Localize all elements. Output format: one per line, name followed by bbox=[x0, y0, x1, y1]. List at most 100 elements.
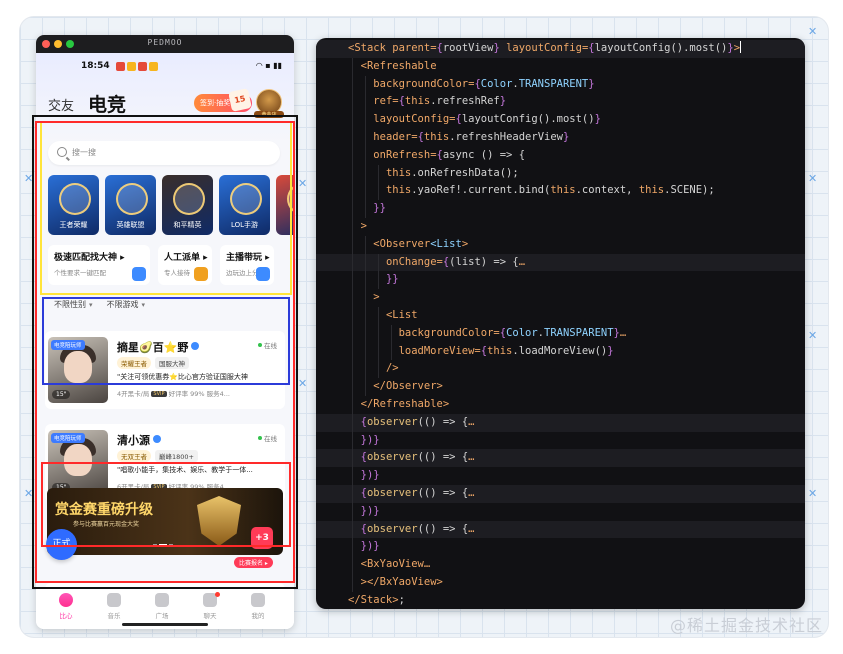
code-token: parent= bbox=[392, 42, 437, 54]
code-token: TRANSPARENT bbox=[544, 326, 614, 339]
code-line: > bbox=[316, 289, 805, 307]
code-token: <Observer bbox=[373, 237, 431, 250]
code-token: <List bbox=[385, 308, 418, 321]
tab-label: 我的 bbox=[251, 612, 265, 620]
indent-guide bbox=[352, 484, 353, 503]
code-token: } bbox=[607, 344, 614, 357]
tab-icon bbox=[59, 593, 73, 607]
tab-label: 聊天 bbox=[203, 612, 217, 620]
indent-guide bbox=[352, 200, 353, 218]
code-token: observer bbox=[366, 451, 418, 464]
indent-guide bbox=[352, 164, 353, 183]
indent-guide bbox=[352, 289, 353, 307]
tab-label: 音乐 bbox=[107, 612, 121, 620]
site-watermark: @稀土掘金技术社区 bbox=[669, 616, 823, 635]
code-line: > bbox=[316, 217, 805, 236]
canvas-marker-icon: ✕ bbox=[298, 177, 308, 190]
code-token: .refreshHeaderView bbox=[449, 130, 563, 143]
code-line: backgroundColor={Color.TRANSPARENT}… bbox=[316, 324, 805, 343]
code-token: layoutConfig().most() bbox=[461, 113, 595, 126]
code-token: /> bbox=[385, 362, 399, 375]
code-line: this.onRefreshData(); bbox=[316, 164, 805, 183]
code-editor[interactable]: <Stack parent={rootView} layoutConfig={l… bbox=[316, 38, 805, 609]
indent-guide bbox=[352, 128, 353, 147]
code-token: </Stack> bbox=[348, 593, 399, 606]
code-line: <List bbox=[316, 306, 805, 325]
indent-guide bbox=[365, 306, 366, 325]
code-token: ; bbox=[398, 593, 405, 606]
tab-1[interactable]: 音乐 bbox=[94, 593, 134, 620]
code-token: … bbox=[468, 415, 475, 428]
code-token: })} bbox=[360, 433, 380, 446]
indent-guide bbox=[352, 449, 353, 468]
code-line: backgroundColor={Color.TRANSPARENT} bbox=[316, 75, 805, 94]
code-token: ></BxYaoView> bbox=[360, 575, 443, 588]
indent-guide bbox=[378, 324, 379, 343]
indent-guide bbox=[352, 111, 353, 129]
tab-label: 比心 bbox=[59, 612, 73, 620]
indent-guide bbox=[365, 200, 366, 218]
code-token: … bbox=[468, 486, 475, 499]
code-token: observer bbox=[366, 415, 418, 428]
list-item-frame-blue bbox=[42, 297, 290, 385]
code-token: .refreshRef bbox=[430, 95, 500, 108]
code-token: .onRefreshData(); bbox=[411, 166, 519, 179]
indent-guide bbox=[352, 57, 353, 76]
code-line: onRefresh={async () => { bbox=[316, 146, 805, 165]
code-token: (() => { bbox=[417, 415, 469, 428]
code-token: this bbox=[423, 130, 450, 143]
code-token: } bbox=[594, 113, 601, 126]
indent-guide bbox=[365, 378, 366, 396]
top-nav: 交友 电竞 签到·抽奖 15 黄金店 bbox=[36, 85, 294, 119]
tab-4[interactable]: 我的 bbox=[238, 593, 278, 620]
code-token: })} bbox=[360, 504, 380, 517]
code-token: layoutConfig= bbox=[499, 42, 589, 54]
indent-guide bbox=[352, 324, 353, 343]
indent-guide bbox=[352, 520, 353, 539]
code-line: ref={this.refreshRef} bbox=[316, 93, 805, 112]
canvas-marker-icon: ✕ bbox=[298, 377, 308, 390]
code-line: loadMoreView={this.loadMoreView()} bbox=[316, 342, 805, 361]
code-token: .yaoRef!.current.bind( bbox=[411, 184, 551, 197]
indent-guide bbox=[352, 431, 353, 450]
code-token: … bbox=[619, 326, 627, 339]
notification-icon bbox=[116, 62, 125, 71]
code-token: > bbox=[360, 219, 367, 232]
indent-guide bbox=[365, 111, 366, 129]
code-line: {observer(() => {… bbox=[316, 449, 805, 468]
code-token: <BxYaoView bbox=[360, 558, 424, 571]
code-token: async () => { bbox=[442, 148, 526, 161]
code-token: })} bbox=[360, 469, 380, 482]
tab-esports[interactable]: 电竞 bbox=[88, 90, 126, 117]
indent-guide bbox=[352, 253, 353, 272]
code-token: this bbox=[385, 184, 412, 197]
code-line: onChange={(list) => {… bbox=[316, 253, 805, 272]
code-token: … bbox=[423, 558, 431, 571]
shop-avatar[interactable]: 黄金店 bbox=[254, 89, 284, 118]
tab-0[interactable]: 比心 bbox=[46, 593, 86, 620]
indent-guide bbox=[365, 146, 366, 165]
code-token: (() => { bbox=[417, 486, 469, 499]
code-token: onRefresh= bbox=[373, 148, 437, 161]
notification-icon bbox=[127, 62, 136, 71]
code-token: (() => { bbox=[417, 522, 469, 535]
code-token: })} bbox=[360, 540, 380, 553]
indent-guide bbox=[352, 271, 353, 290]
banner-frame-red bbox=[41, 462, 291, 547]
checkin-promo-button[interactable]: 签到·抽奖 15 bbox=[194, 88, 252, 112]
code-token: … bbox=[468, 522, 475, 535]
code-token: layoutConfig= bbox=[373, 113, 456, 126]
tab-3[interactable]: 聊天 bbox=[190, 592, 230, 620]
tab-2[interactable]: 广场 bbox=[142, 593, 182, 620]
tab-social[interactable]: 交友 bbox=[48, 95, 74, 114]
